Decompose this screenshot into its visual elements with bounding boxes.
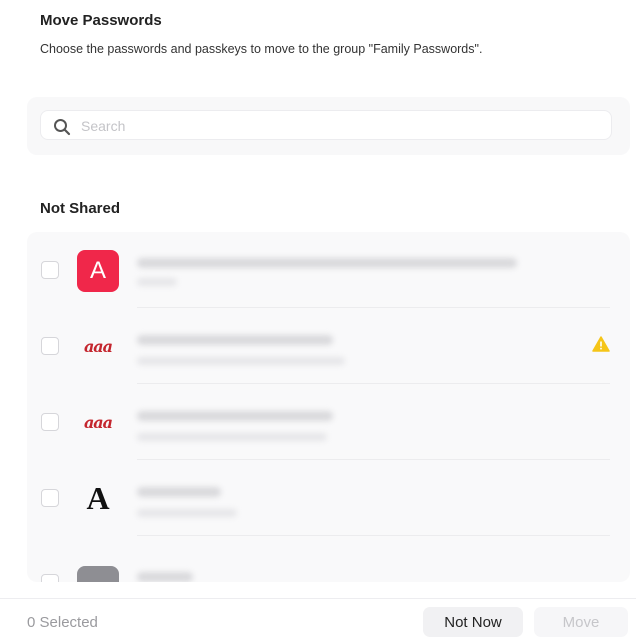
list-item[interactable]: aaa [27, 384, 630, 460]
section-title-not-shared: Not Shared [40, 200, 121, 217]
item-subtitle-redacted [137, 357, 345, 365]
list-item[interactable] [27, 536, 630, 582]
serif-a-logo-icon: A [86, 479, 110, 516]
red-a-app-icon: A [77, 250, 119, 292]
not-now-button[interactable]: Not Now [423, 607, 523, 637]
list-item[interactable]: A [27, 232, 630, 308]
gray-app-icon [77, 566, 119, 582]
dialog-subtitle: Choose the passwords and passkeys to mov… [40, 42, 483, 56]
item-title-redacted [137, 335, 333, 345]
item-checkbox[interactable] [41, 337, 59, 355]
item-checkbox[interactable] [41, 261, 59, 279]
item-subtitle-redacted [137, 278, 177, 286]
script-logo-icon: aaa [83, 336, 113, 356]
dialog-title: Move Passwords [40, 12, 162, 29]
item-subtitle-redacted [137, 509, 237, 517]
script-logo-icon: aaa [83, 412, 113, 432]
item-checkbox[interactable] [41, 413, 59, 431]
footer-divider [0, 598, 636, 599]
item-checkbox[interactable] [41, 489, 59, 507]
item-title-redacted [137, 411, 333, 421]
move-button[interactable]: Move [534, 607, 628, 637]
selected-count: 0 Selected [27, 614, 98, 631]
item-title-redacted [137, 572, 193, 582]
item-subtitle-redacted [137, 433, 327, 441]
search-icon [54, 119, 71, 136]
list-item[interactable]: A [27, 460, 630, 536]
warning-icon[interactable] [592, 336, 610, 352]
item-checkbox[interactable] [41, 574, 59, 582]
item-title-redacted [137, 258, 517, 268]
search-field[interactable] [40, 110, 612, 140]
list-item[interactable]: aaa [27, 308, 630, 384]
search-input[interactable] [81, 115, 581, 137]
item-title-redacted [137, 487, 221, 497]
password-list: A aaa aaa A [27, 232, 630, 582]
